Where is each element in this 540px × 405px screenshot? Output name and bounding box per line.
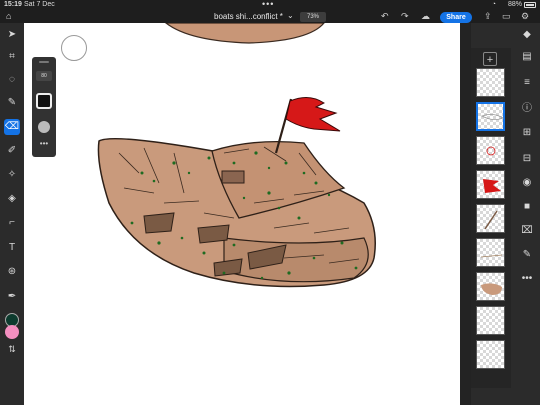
multitask-dots-icon[interactable]: ••• — [262, 0, 274, 9]
layer-preview — [480, 254, 503, 258]
app-window: 15:19 Sat 7 Dec ••• ◔ 88% ⌂ boats shi...… — [0, 0, 540, 405]
eyedropper-icon[interactable]: ✒ — [4, 289, 20, 305]
mask-icon[interactable]: ■ — [519, 199, 535, 215]
layer-preview — [481, 114, 504, 120]
status-date: Sat 7 Dec — [24, 1, 55, 8]
redo-icon[interactable]: ↷ — [401, 11, 409, 22]
swap-colors-icon[interactable]: ⇅ — [4, 341, 20, 357]
home-icon[interactable]: ⌂ — [6, 11, 11, 21]
cloud-icon: ☁ — [421, 11, 430, 21]
canvas[interactable] — [24, 23, 460, 405]
eraser-icon[interactable]: ⌫ — [4, 119, 20, 135]
crop-icon[interactable]: ⌐ — [4, 215, 20, 231]
battery-percent: 88% — [507, 1, 522, 8]
more-icon[interactable]: ••• — [519, 271, 535, 287]
boat-artwork — [97, 23, 376, 288]
panel-grip[interactable] — [39, 61, 49, 63]
layer-props-icon[interactable]: ▤ — [519, 49, 535, 65]
brush-icon[interactable]: ✎ — [4, 95, 20, 111]
eraser-layer-icon[interactable]: ✎ — [519, 247, 535, 263]
layer-thumbnail[interactable] — [476, 238, 505, 267]
wood-patch — [143, 212, 175, 234]
brush-settings-panel: 80 ••• — [32, 57, 56, 157]
layer-preview — [481, 283, 502, 295]
wifi-icon: ◔ — [491, 1, 496, 8]
battery-icon — [524, 2, 536, 8]
layers-panel: + — [471, 48, 511, 388]
lasso-icon[interactable]: ◌ — [4, 72, 20, 88]
brush-hardness-icon[interactable] — [38, 121, 50, 133]
image-icon[interactable]: ⊛ — [4, 264, 20, 280]
info-icon[interactable]: ⓘ — [519, 101, 535, 117]
scroll-gutter — [460, 23, 471, 405]
settings-icon[interactable]: ⚙ — [521, 11, 529, 22]
layer-thumbnail[interactable] — [476, 204, 505, 233]
transform-icon[interactable]: ⌗ — [4, 49, 20, 65]
layer-thumbnail[interactable] — [476, 68, 505, 97]
layer-thumbnail[interactable] — [476, 170, 505, 199]
cabin-window — [221, 170, 245, 184]
partial-boat-hull — [165, 23, 325, 44]
right-icon-rail: ◆ ▤ ≡ ⓘ ⊞ ⊟ ◉ ■ ⌧ ✎ ••• — [515, 23, 540, 405]
layer-thumbnail[interactable] — [476, 340, 505, 369]
brush-opacity-swatch[interactable] — [36, 93, 52, 109]
wood-patch — [197, 224, 230, 244]
layer-thumbnail-selected[interactable] — [476, 102, 505, 131]
hull-plank — [223, 237, 369, 283]
layer-thumbnail[interactable] — [476, 306, 505, 335]
layer-preview — [486, 146, 496, 156]
status-bar: 15:19 Sat 7 Dec ••• ◔ 88% — [0, 0, 540, 11]
smudge-icon[interactable]: ✧ — [4, 167, 20, 183]
top-toolbar: ⌂ boats shi...conflict * ⌄ 73% ↶ ↷ ☁ Sha… — [0, 11, 540, 23]
undo-icon[interactable]: ↶ — [381, 11, 389, 22]
layer-preview — [484, 210, 498, 230]
secondary-color-swatch[interactable] — [5, 325, 19, 339]
fill-layer-icon[interactable]: ⌧ — [519, 223, 535, 239]
status-time: 15:19 — [4, 1, 22, 8]
layer-thumbnail[interactable] — [476, 272, 505, 301]
red-flag — [285, 97, 341, 132]
add-layer-icon[interactable]: ⊞ — [519, 125, 535, 141]
brush-cursor — [61, 35, 87, 61]
visibility-icon[interactable]: ◉ — [519, 175, 535, 191]
adjust-icon[interactable]: ≡ — [519, 75, 535, 91]
document-title[interactable]: boats shi...conflict * — [214, 12, 283, 21]
type-icon[interactable]: T — [4, 240, 20, 256]
healing-icon[interactable]: ✐ — [4, 143, 20, 159]
left-toolbar: ➤ ⌗ ◌ ✎ ⌫ ✐ ✧ ◈ ⌐ T ⊛ ✒ ⇅ — [0, 23, 24, 405]
properties-icon[interactable]: ⊟ — [519, 151, 535, 167]
zoom-level[interactable]: 73% — [300, 12, 326, 22]
layers-icon[interactable]: ◆ — [519, 27, 535, 43]
layer-preview — [483, 179, 501, 193]
add-layer-button[interactable]: + — [483, 52, 497, 66]
more-options-icon[interactable]: ••• — [32, 139, 56, 148]
layer-thumbnail[interactable] — [476, 136, 505, 165]
chevron-down-icon[interactable]: ⌄ — [287, 11, 294, 20]
brush-size-value[interactable]: 80 — [36, 71, 52, 81]
comment-icon[interactable]: ▭ — [502, 11, 511, 22]
export-icon[interactable]: ⇪ — [484, 11, 492, 22]
share-button[interactable]: Share — [440, 12, 472, 23]
move-icon[interactable]: ➤ — [4, 27, 20, 43]
fill-icon[interactable]: ◈ — [4, 191, 20, 207]
